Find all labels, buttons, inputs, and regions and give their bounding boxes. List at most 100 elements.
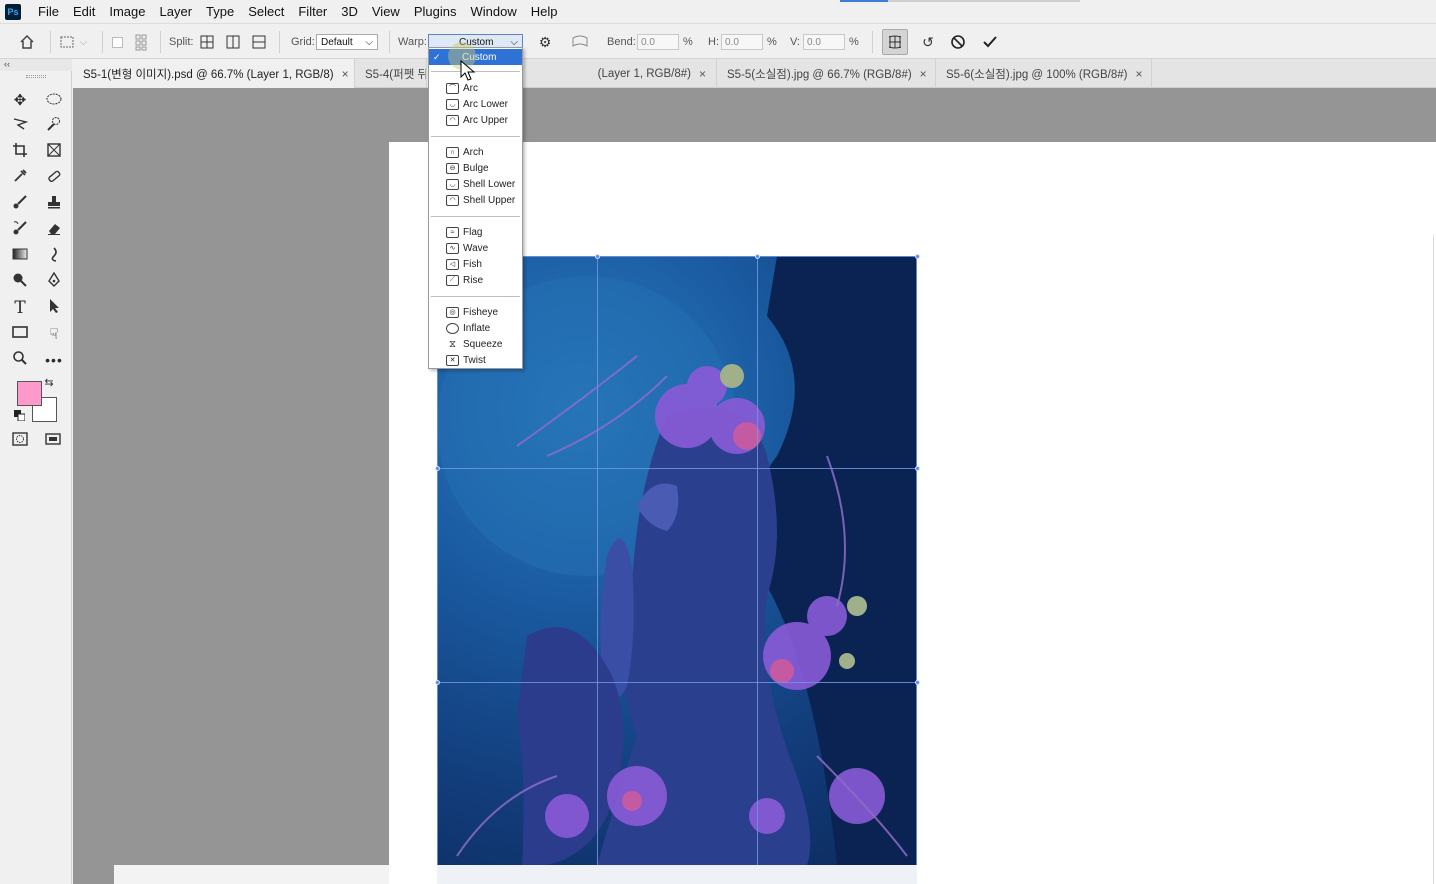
h-input[interactable]: 0.0 % bbox=[721, 25, 777, 59]
warp-option-bulge[interactable]: ⊖ Bulge bbox=[429, 160, 522, 176]
menu-view[interactable]: View bbox=[365, 0, 407, 24]
h-value[interactable]: 0.0 bbox=[721, 34, 763, 50]
warp-option-squeeze[interactable]: ⧖ Squeeze bbox=[429, 336, 522, 352]
warp-option-rise[interactable]: ⟋ Rise bbox=[429, 272, 522, 288]
rectangle-tool[interactable] bbox=[8, 323, 32, 345]
hand-tool[interactable]: ☟ bbox=[42, 323, 66, 345]
zoom-tool[interactable] bbox=[8, 349, 32, 371]
warp-option-twist[interactable]: ✕ Twist bbox=[429, 352, 522, 368]
warp-option-wave[interactable]: ∿ Wave bbox=[429, 240, 522, 256]
warp-grid-line[interactable] bbox=[437, 682, 917, 683]
warp-grid-line[interactable] bbox=[437, 468, 917, 469]
transform-mode-button[interactable]: ⌵ bbox=[58, 25, 87, 59]
warp-grid-line[interactable] bbox=[916, 256, 917, 865]
warp-handle[interactable] bbox=[595, 254, 600, 259]
warp-option-fisheye[interactable]: ◎ Fisheye bbox=[429, 304, 522, 320]
transform-icon bbox=[58, 32, 78, 52]
tab-s5-1[interactable]: S5-1(변형 이미지).psd @ 66.7% (Layer 1, RGB/8… bbox=[73, 59, 355, 88]
split-crosswise-button[interactable] bbox=[197, 25, 217, 59]
warp-handle[interactable] bbox=[435, 466, 440, 471]
history-brush-tool[interactable] bbox=[8, 219, 32, 241]
warp-option-shell-lower[interactable]: ◡ Shell Lower bbox=[429, 176, 522, 192]
warp-mode-toggle[interactable] bbox=[882, 25, 908, 59]
eyedropper-tool[interactable] bbox=[8, 167, 32, 189]
path-selection-tool[interactable] bbox=[42, 297, 66, 319]
brush-tool[interactable] bbox=[8, 193, 32, 215]
stamp-tool[interactable] bbox=[42, 193, 66, 215]
close-icon[interactable]: × bbox=[1135, 67, 1142, 81]
warp-option-arch[interactable]: ∩ Arch bbox=[429, 144, 522, 160]
default-colors-button[interactable] bbox=[12, 409, 26, 423]
checkbox-toggle[interactable] bbox=[112, 25, 123, 59]
warp-grid-line[interactable] bbox=[757, 256, 758, 865]
warp-handle[interactable] bbox=[915, 254, 920, 259]
close-icon[interactable]: × bbox=[342, 67, 349, 81]
menu-3d[interactable]: 3D bbox=[334, 0, 365, 24]
menu-plugins[interactable]: Plugins bbox=[407, 0, 464, 24]
move-tool[interactable]: ✥ bbox=[8, 89, 32, 111]
gradient-tool[interactable] bbox=[8, 245, 32, 267]
tab-s5-5[interactable]: S5-5(소실점).jpg @ 66.7% (RGB/8#) × bbox=[717, 59, 936, 88]
commit-transform-button[interactable] bbox=[980, 25, 1000, 59]
home-button[interactable] bbox=[17, 25, 37, 59]
menu-image[interactable]: Image bbox=[102, 0, 152, 24]
frame-tool[interactable] bbox=[42, 141, 66, 163]
warp-handle[interactable] bbox=[915, 680, 920, 685]
reset-button[interactable]: ↺ bbox=[918, 25, 938, 59]
warp-handle[interactable] bbox=[915, 466, 920, 471]
warp-option-flag[interactable]: ≈ Flag bbox=[429, 224, 522, 240]
warp-option-shell-upper[interactable]: ◠ Shell Upper bbox=[429, 192, 522, 208]
menu-file[interactable]: File bbox=[31, 0, 66, 24]
menu-edit[interactable]: Edit bbox=[66, 0, 102, 24]
grid-select[interactable]: Default ⌵ bbox=[316, 25, 378, 59]
bend-input[interactable]: 0.0 % bbox=[637, 25, 693, 59]
toolbar-collapse-button[interactable]: ‹‹ bbox=[0, 59, 72, 71]
warp-handle[interactable] bbox=[435, 680, 440, 685]
menu-help[interactable]: Help bbox=[524, 0, 565, 24]
foreground-color-swatch[interactable] bbox=[17, 381, 42, 406]
quick-mask-button[interactable] bbox=[8, 430, 32, 452]
healing-brush-tool[interactable] bbox=[42, 167, 66, 189]
cancel-transform-button[interactable] bbox=[948, 25, 968, 59]
split-horizontal-button[interactable] bbox=[249, 25, 269, 59]
warp-settings-button[interactable]: ⚙ bbox=[535, 25, 555, 59]
grid-preset-button[interactable] bbox=[133, 25, 153, 59]
v-value[interactable]: 0.0 bbox=[803, 34, 845, 50]
pen-tool[interactable] bbox=[42, 271, 66, 293]
menu-select[interactable]: Select bbox=[241, 0, 291, 24]
type-tool[interactable]: T bbox=[8, 297, 32, 319]
close-icon[interactable]: × bbox=[699, 67, 706, 81]
menu-window[interactable]: Window bbox=[463, 0, 523, 24]
smudge-icon bbox=[46, 246, 62, 266]
wave-icon: ∿ bbox=[446, 242, 459, 254]
dodge-tool[interactable] bbox=[8, 271, 32, 293]
menu-filter[interactable]: Filter bbox=[291, 0, 334, 24]
tab-s5-4[interactable]: S5-4(퍼펫 뒤 bbox=[355, 59, 427, 88]
lasso-tool[interactable] bbox=[8, 115, 32, 137]
option-label: Inflate bbox=[463, 322, 491, 334]
quick-select-tool[interactable] bbox=[42, 115, 66, 137]
marquee-tool[interactable] bbox=[42, 89, 66, 111]
warp-handle[interactable] bbox=[755, 254, 760, 259]
warp-option-inflate[interactable]: Inflate bbox=[429, 320, 522, 336]
split-vertical-button[interactable] bbox=[223, 25, 243, 59]
bend-value[interactable]: 0.0 bbox=[637, 34, 679, 50]
toolbar-grip[interactable] bbox=[26, 75, 46, 78]
warp-option-arc-upper[interactable]: ◠ Arc Upper bbox=[429, 112, 522, 128]
v-input[interactable]: 0.0 % bbox=[803, 25, 859, 59]
menu-layer[interactable]: Layer bbox=[153, 0, 200, 24]
warp-option-fish[interactable]: ◁ Fish bbox=[429, 256, 522, 272]
close-icon[interactable]: × bbox=[920, 67, 927, 81]
smudge-tool[interactable] bbox=[42, 245, 66, 267]
eraser-tool[interactable] bbox=[42, 219, 66, 241]
swap-colors-button[interactable]: ⇆ bbox=[42, 375, 56, 389]
split-vertical-icon bbox=[223, 32, 243, 52]
tab-s5-6[interactable]: S5-6(소실점).jpg @ 100% (RGB/8#) × bbox=[936, 59, 1152, 88]
more-tools-button[interactable]: ••• bbox=[42, 349, 66, 371]
warp-orientation-button[interactable] bbox=[570, 25, 590, 59]
crop-tool[interactable] bbox=[8, 141, 32, 163]
screen-mode-button[interactable] bbox=[42, 430, 66, 452]
menu-type[interactable]: Type bbox=[199, 0, 241, 24]
warp-grid-line[interactable] bbox=[597, 256, 598, 865]
warp-option-arc-lower[interactable]: ◡ Arc Lower bbox=[429, 96, 522, 112]
